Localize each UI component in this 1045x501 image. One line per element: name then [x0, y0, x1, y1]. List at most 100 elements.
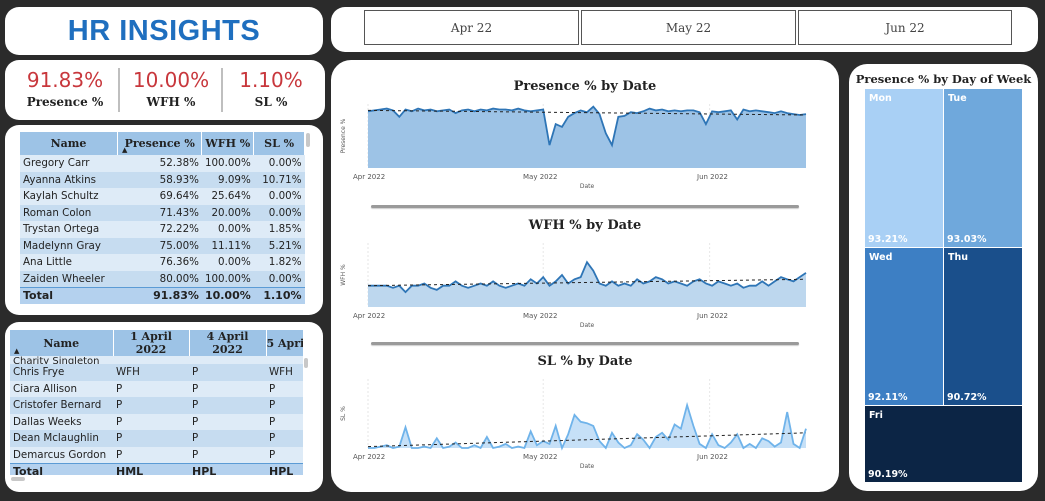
horizontal-scrollbar[interactable] — [11, 477, 25, 481]
cell-status: P — [189, 380, 266, 397]
table-row[interactable]: Madelynn Gray 75.00% 11.11% 5.21% — [20, 237, 305, 254]
cell-presence: 71.43% — [117, 204, 202, 221]
treemap-tile-wed[interactable]: Wed 92.11% — [865, 248, 943, 405]
month-button-may[interactable]: May 22 — [581, 10, 796, 45]
chart-divider — [371, 342, 799, 345]
column-header-date-1[interactable]: 1 April 2022 — [113, 330, 190, 356]
table-row[interactable]: Ana Little 76.36% 0.00% 1.82% — [20, 254, 305, 271]
column-header-name[interactable]: Name — [20, 132, 118, 155]
table-row[interactable]: Demarcus Gordon P P P — [10, 446, 303, 463]
table-row[interactable]: Gregory Carr 52.38% 100.00% 0.00% — [20, 155, 305, 172]
cell-status: P — [266, 413, 303, 430]
cell-name: Ciara Allison — [10, 380, 113, 397]
sort-ascending-icon: ▲ — [121, 145, 128, 154]
x-axis-label: Date — [580, 463, 595, 470]
cell-total-status: HPL — [266, 462, 303, 475]
vertical-scrollbar[interactable] — [306, 133, 310, 147]
chart-title-day-of-week: Presence % by Day of Week — [855, 72, 1032, 86]
cell-status: WFH — [266, 364, 303, 381]
cell-name: Ana Little — [20, 254, 118, 271]
kpi-presence-value: 91.83% — [26, 68, 104, 92]
attendance-table-viewport: Name ▲ 1 April 2022 4 April 2022 5 Apri C… — [10, 330, 303, 475]
x-tick-label: Jun 2022 — [696, 453, 728, 461]
column-header-sl[interactable]: SL % — [253, 132, 305, 155]
cell-total-wfh: 10.00% — [201, 286, 254, 304]
kpi-wfh-label: WFH % — [146, 95, 196, 109]
cell-name: Cristofer Bernard — [10, 397, 113, 414]
cell-name: Charity Singleton — [10, 356, 113, 364]
table-row[interactable]: Ciara Allison P P P — [10, 380, 303, 397]
chart-title-sl: SL % by Date — [537, 354, 633, 369]
tile-label: Fri — [869, 410, 883, 421]
treemap-tile-tue[interactable]: Tue 93.03% — [944, 89, 1022, 247]
cell-status: P — [266, 397, 303, 414]
table-row[interactable]: Dean Mclaughlin P P P — [10, 430, 303, 447]
cell-status: P — [189, 413, 266, 430]
column-header-name[interactable]: Name ▲ — [10, 330, 114, 356]
month-button-apr[interactable]: Apr 22 — [364, 10, 579, 45]
table-row[interactable]: Kaylah Schultz 69.64% 25.64% 0.00% — [20, 188, 305, 205]
x-axis-label: Date — [580, 322, 595, 329]
tile-value: 90.72% — [947, 392, 987, 403]
vertical-scrollbar[interactable] — [304, 358, 308, 368]
presence-line-chart[interactable]: Presence % Apr 2022 May 2022 Jun 2022 Date — [331, 98, 839, 198]
column-header-wfh[interactable]: WFH % — [201, 132, 255, 155]
y-axis-label: WFH % — [340, 264, 347, 286]
x-tick-label: Apr 2022 — [353, 173, 385, 181]
table-row-partial[interactable]: Charity Singleton — [10, 356, 303, 364]
kpi-divider — [221, 68, 223, 112]
kpi-wfh-value: 10.00% — [132, 68, 210, 92]
kpi-sl: 1.10% SL % — [225, 68, 317, 109]
column-header-date-3[interactable]: 5 Apri — [266, 330, 303, 356]
cell-empty — [189, 356, 266, 364]
table-row[interactable]: Zaiden Wheeler 80.00% 100.00% 0.00% — [20, 270, 305, 287]
column-header-presence-label: Presence % — [124, 137, 195, 150]
treemap-tile-mon[interactable]: Mon 93.21% — [865, 89, 943, 247]
cell-name: Madelynn Gray — [20, 237, 118, 254]
cell-sl: 0.00% — [253, 155, 305, 172]
cell-empty — [266, 356, 303, 364]
cell-status: P — [266, 380, 303, 397]
cell-wfh: 100.00% — [201, 155, 254, 172]
x-tick-label: May 2022 — [523, 173, 558, 181]
table-row[interactable]: Ayanna Atkins 58.93% 9.09% 10.71% — [20, 171, 305, 188]
cell-sl: 1.85% — [253, 221, 305, 238]
page-title: HR INSIGHTS — [67, 14, 261, 47]
sort-ascending-icon: ▲ — [14, 346, 20, 355]
day-of-week-card: Presence % by Day of Week Mon 93.21% Tue… — [849, 64, 1038, 491]
table-row[interactable]: Chris Frye WFH P WFH — [10, 364, 303, 381]
employee-table: Name Presence % ▲ WFH % SL % Gregory Carr… — [20, 132, 305, 304]
cell-status: P — [113, 446, 189, 463]
sl-line-chart[interactable]: SL % Apr 2022 May 2022 Jun 2022 Date — [331, 373, 839, 478]
kpi-card: 91.83% Presence % 10.00% WFH % 1.10% SL … — [5, 60, 325, 120]
cell-status: P — [189, 430, 266, 447]
cell-total-presence: 91.83% — [117, 286, 202, 304]
table-row[interactable]: Cristofer Bernard P P P — [10, 397, 303, 414]
wfh-line-chart[interactable]: WFH % Apr 2022 May 2022 Jun 2022 Date — [331, 237, 839, 337]
table-row[interactable]: Trystan Ortega 72.22% 0.00% 1.85% — [20, 221, 305, 238]
chart-divider — [371, 205, 799, 208]
treemap-tile-thu[interactable]: Thu 90.72% — [944, 248, 1022, 405]
cell-name: Ayanna Atkins — [20, 171, 118, 188]
charts-card: Presence % by Date Presence % Apr 2022 May… — [331, 60, 839, 492]
cell-name: Chris Frye — [10, 364, 113, 381]
cell-name: Dallas Weeks — [10, 413, 113, 430]
cell-name: Zaiden Wheeler — [20, 270, 118, 287]
cell-total-status: HPL — [189, 462, 266, 475]
y-axis-label: SL % — [340, 406, 347, 421]
attendance-table: Name ▲ 1 April 2022 4 April 2022 5 Apri C… — [10, 330, 303, 475]
kpi-wfh: 10.00% WFH % — [123, 68, 219, 109]
cell-status: P — [113, 430, 189, 447]
cell-sl: 0.00% — [253, 270, 305, 287]
column-header-presence[interactable]: Presence % ▲ — [117, 132, 203, 155]
x-tick-label: Jun 2022 — [696, 312, 728, 320]
tile-label: Tue — [948, 93, 967, 104]
cell-sl: 0.00% — [253, 204, 305, 221]
x-tick-label: Apr 2022 — [353, 453, 385, 461]
treemap-tile-fri[interactable]: Fri 90.19% — [865, 406, 1022, 482]
month-button-jun[interactable]: Jun 22 — [798, 10, 1012, 45]
table-row[interactable]: Roman Colon 71.43% 20.00% 0.00% — [20, 204, 305, 221]
x-tick-label: May 2022 — [523, 453, 558, 461]
column-header-date-2[interactable]: 4 April 2022 — [189, 330, 267, 356]
table-row[interactable]: Dallas Weeks P P P — [10, 413, 303, 430]
